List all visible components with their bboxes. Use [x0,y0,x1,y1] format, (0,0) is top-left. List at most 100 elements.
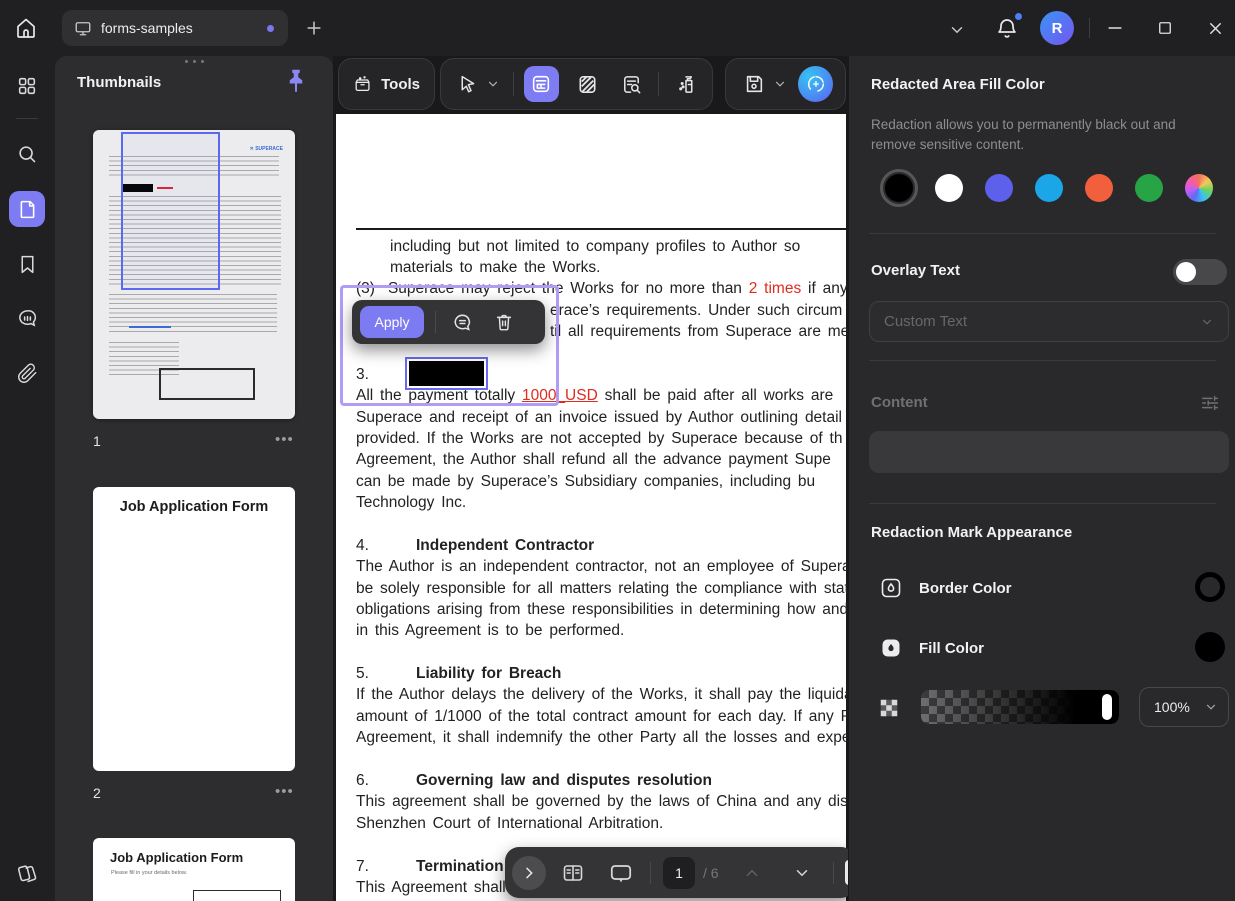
doc-text: Agreement, the Author shall refund all t… [356,451,831,468]
fill-color-swatch-green[interactable] [1135,174,1163,202]
doc-heading: Liability for Breach [416,663,561,684]
fill-color-swatch-orange[interactable] [1085,174,1113,202]
tab-title: forms-samples [101,20,193,36]
doc-text: obligations arising from these responsib… [356,601,848,618]
doc-text: materials to make the Works. [390,259,600,276]
page-thumbnail-3[interactable]: Job Application Form Please fill in your… [93,838,295,901]
ai-assistant-button[interactable] [798,66,833,102]
custom-text-dropdown[interactable]: Custom Text [869,301,1229,342]
tools-button[interactable]: Tools [338,58,435,110]
fill-color-swatch-black[interactable] [885,174,913,202]
fill-color-picker[interactable] [1195,632,1225,662]
opacity-icon [877,696,901,720]
thumb1-more-menu-icon[interactable]: ••• [275,431,294,448]
doc-text: provided. If the Works are not accepted … [356,430,842,447]
appearance-title: Redaction Mark Appearance [871,524,1072,541]
mark-redaction-area-tool[interactable] [524,66,559,102]
border-color-picker[interactable] [1195,572,1225,602]
page-thumbnail-1[interactable]: ✕ SUPERACE [93,130,295,419]
bookmarks-icon[interactable] [9,246,45,282]
doc-text: If the Author delays the delivery of the… [356,686,848,703]
save-button[interactable] [738,67,771,101]
collapse-toolbar-chevron[interactable] [944,20,970,40]
doc-heading: Termination [416,856,504,877]
thumb2-more-menu-icon[interactable]: ••• [275,783,294,800]
fill-color-swatch-custom[interactable] [1185,174,1213,202]
apply-button[interactable]: Apply [360,306,424,338]
custom-text-placeholder: Custom Text [884,313,967,330]
doc-text: Shenzhen Court of International Arbitrat… [356,815,663,832]
border-color-label: Border Color [919,580,1012,597]
opacity-slider-handle[interactable] [1102,694,1112,720]
thumb1-link-text [129,326,171,328]
thumb2-number: 2 [93,785,101,801]
opacity-value: 100% [1154,699,1190,715]
thumbnails-panel-icon[interactable] [9,191,45,227]
document-tab[interactable]: forms-samples [62,10,288,46]
presentation-mode-button[interactable] [604,856,638,890]
fill-color-icon [879,636,903,660]
fill-color-swatch-purple[interactable] [985,174,1013,202]
fill-color-swatch-white[interactable] [935,174,963,202]
thumb1-number: 1 [93,433,101,449]
apps-grid-icon[interactable] [9,68,45,104]
delete-button[interactable] [487,305,521,339]
doc-text: til all requirements from Superace are m… [550,323,848,340]
cursor-dropdown-chevron[interactable] [484,67,503,101]
pin-icon[interactable] [281,66,311,96]
redact-pages-tool[interactable] [571,67,604,101]
thumb3-subtitle: Please fill in your details below. [111,870,187,876]
thumb1-signature-box [159,368,255,400]
avatar-initial: R [1052,20,1063,37]
select-cursor-tool[interactable] [451,67,484,101]
search-icon[interactable] [9,136,45,172]
text-adjust-icon[interactable] [1199,392,1221,414]
section-divider [869,233,1216,234]
page-total: / 6 [703,865,719,881]
doc-text: in this Agreement is to be performed. [356,622,624,639]
overlay-text-toggle[interactable] [1173,259,1227,285]
opacity-value-dropdown[interactable]: 100% [1139,687,1229,727]
tools-label: Tools [381,76,420,93]
doc-text: can be made by Superace’s Subsidiary com… [356,473,815,490]
thumbnails-panel: Thumbnails ✕ SUPERACE 1 ••• Job Applicat… [55,56,333,901]
chevron-down-icon [1204,700,1218,714]
doc-list-num: 7. [356,858,369,875]
avatar[interactable]: R [1040,11,1074,45]
minimize-button[interactable] [1101,18,1129,38]
comments-icon[interactable] [9,300,45,336]
new-tab-button[interactable] [302,16,326,40]
content-input[interactable] [869,431,1229,473]
expand-bar-button[interactable] [512,856,546,890]
home-button[interactable] [10,12,42,44]
add-note-button[interactable] [445,305,479,339]
panel-drag-handle[interactable] [183,60,205,63]
titlebar-divider [1089,18,1090,38]
reading-mode-button[interactable] [556,856,590,890]
fill-color-swatch-blue[interactable] [1035,174,1063,202]
search-and-redact-tool[interactable] [615,67,648,101]
page-thumbnail-2[interactable]: Job Application Form [93,487,295,771]
close-button[interactable] [1201,14,1229,42]
swatches-icon[interactable] [9,855,45,891]
maximize-button[interactable] [1151,14,1179,42]
unsaved-dot [267,25,274,32]
attachments-icon[interactable] [9,355,45,391]
save-dropdown-chevron[interactable] [771,67,788,101]
previous-page-button[interactable] [735,856,769,890]
thumb3-title: Job Application Form [110,850,243,865]
page-navigation-bar: 1 / 6 [505,847,855,898]
toolbox-icon [353,72,372,96]
thumb2-title: Job Application Form [93,499,295,515]
redaction-mark[interactable] [409,361,484,386]
doc-text: Superace and receipt of an invoice issue… [356,409,842,426]
opacity-slider[interactable] [921,690,1119,724]
next-page-button[interactable] [785,856,819,890]
section-divider [869,360,1216,361]
doc-list-num: 4. [356,537,369,554]
thumb1-viewport-rect[interactable] [121,132,220,290]
notifications-button[interactable] [993,15,1021,43]
page-number-input[interactable]: 1 [663,857,695,889]
sanitize-tool[interactable] [669,67,702,101]
document-viewport[interactable]: including but not limited to company pro… [333,56,848,901]
